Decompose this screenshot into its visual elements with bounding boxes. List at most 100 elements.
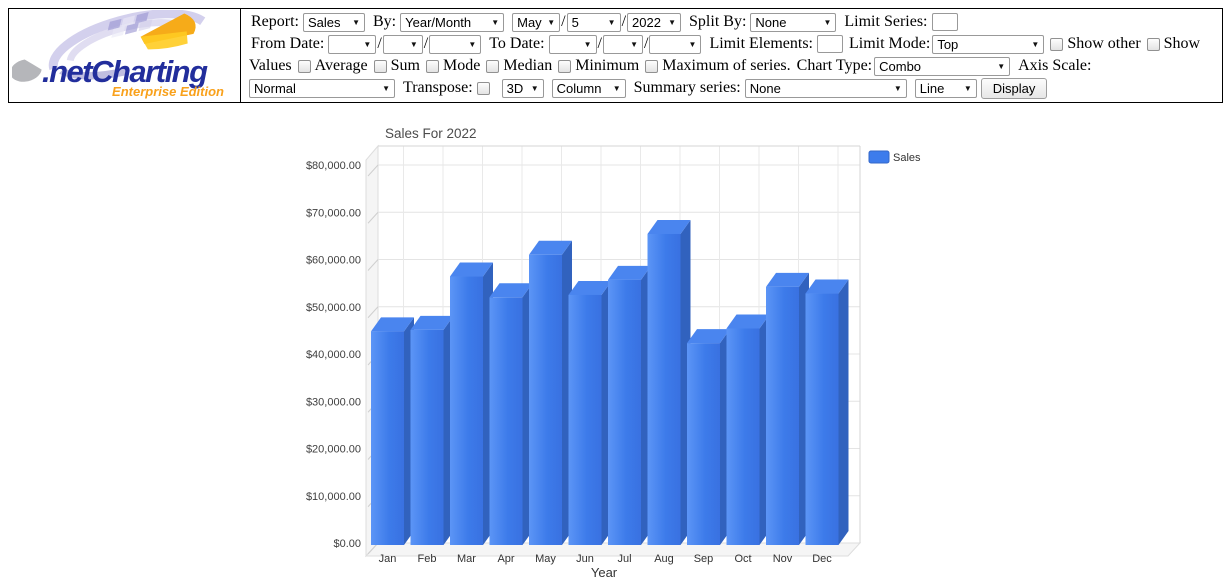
bar-dec[interactable] — [806, 280, 849, 545]
display-button[interactable]: Display — [981, 78, 1048, 99]
chart-type-select[interactable]: Combo ▼ — [874, 57, 1010, 76]
day-select[interactable]: 5 ▼ — [567, 13, 621, 32]
limit-mode-label: Limit Mode: — [849, 35, 930, 53]
year-select[interactable]: 2022 ▼ — [627, 13, 681, 32]
edition-text: Enterprise Edition — [112, 84, 224, 99]
x-axis-label: Apr — [497, 553, 514, 565]
bar-jun[interactable] — [569, 281, 612, 545]
x-axis-label: Nov — [773, 553, 793, 565]
limit-series-input[interactable] — [932, 13, 958, 31]
to-date-label: To Date: — [489, 35, 544, 53]
dropdown-arrow-icon: ▼ — [997, 62, 1005, 71]
show-other-checkbox[interactable] — [1050, 38, 1063, 51]
minimum-label: Minimum — [575, 57, 639, 75]
bar-front-face[interactable] — [727, 328, 760, 545]
bar-front-face[interactable] — [450, 277, 483, 545]
to-year-select[interactable]: ▼ — [649, 35, 701, 54]
minimum-checkbox[interactable] — [558, 60, 571, 73]
y-axis-label: $20,000.00 — [306, 444, 361, 456]
bar-oct[interactable] — [727, 314, 770, 545]
bar-jul[interactable] — [608, 266, 651, 545]
show-values-label-part1: Show — [1164, 35, 1200, 53]
bar-side-face[interactable] — [839, 280, 849, 545]
dropdown-arrow-icon: ▼ — [1031, 40, 1039, 49]
show-values-label-part2: Values — [249, 57, 292, 75]
bar-front-face[interactable] — [806, 294, 839, 545]
limit-series-label: Limit Series: — [844, 13, 927, 31]
from-year-select[interactable]: ▼ — [429, 35, 481, 54]
dropdown-arrow-icon: ▼ — [689, 40, 697, 49]
dropdown-arrow-icon: ▼ — [668, 18, 676, 27]
bar-front-face[interactable] — [569, 295, 602, 545]
bar-front-face[interactable] — [687, 343, 720, 545]
x-axis-label: Feb — [418, 553, 437, 565]
y-axis-label: $30,000.00 — [306, 396, 361, 408]
mode-label: Mode — [443, 57, 480, 75]
by-select[interactable]: Year/Month ▼ — [400, 13, 504, 32]
x-axis-label: Aug — [654, 553, 674, 565]
average-label: Average — [315, 57, 368, 75]
bar-mar[interactable] — [450, 263, 493, 545]
bar-nov[interactable] — [766, 273, 809, 545]
bar-front-face[interactable] — [608, 280, 641, 545]
dimension-select[interactable]: 3D ▼ — [502, 79, 544, 98]
from-day-select[interactable]: ▼ — [383, 35, 423, 54]
chart-type-label: Chart Type: — [797, 57, 872, 75]
sum-checkbox[interactable] — [374, 60, 387, 73]
limit-elements-label: Limit Elements: — [709, 35, 813, 53]
maximum-label: Maximum — [662, 57, 729, 75]
mode-checkbox[interactable] — [426, 60, 439, 73]
summary-series-label: Summary series: — [634, 79, 741, 97]
series-shape-select[interactable]: Column ▼ — [552, 79, 626, 98]
controls-line-2: From Date: ▼ / ▼ / ▼ To Date: — [249, 33, 1216, 55]
bar-front-face[interactable] — [490, 297, 523, 545]
median-checkbox[interactable] — [486, 60, 499, 73]
transpose-checkbox[interactable] — [477, 82, 490, 95]
dropdown-arrow-icon: ▼ — [613, 84, 621, 93]
summary-type-select[interactable]: Line ▼ — [915, 79, 977, 98]
legend[interactable]: Sales — [869, 151, 921, 164]
header-bar: .netCharting Enterprise Edition Report: … — [8, 8, 1223, 103]
x-axis-label: Jan — [379, 553, 397, 565]
to-month-select[interactable]: ▼ — [549, 35, 597, 54]
from-month-select[interactable]: ▼ — [328, 35, 376, 54]
bar-front-face[interactable] — [648, 234, 681, 545]
x-axis-label: Mar — [457, 553, 476, 565]
month-select[interactable]: May ▼ — [512, 13, 560, 32]
x-axis-label: Oct — [734, 553, 751, 565]
bar-jan[interactable] — [371, 317, 414, 545]
average-checkbox[interactable] — [298, 60, 311, 73]
split-by-label: Split By: — [689, 13, 746, 31]
axis-scale-select[interactable]: Normal ▼ — [249, 79, 395, 98]
y-axis-label: $70,000.00 — [306, 207, 361, 219]
y-axis-label: $10,000.00 — [306, 491, 361, 503]
bar-sep[interactable] — [687, 329, 730, 545]
dropdown-arrow-icon: ▼ — [964, 84, 972, 93]
bar-front-face[interactable] — [529, 255, 562, 545]
limit-mode-select[interactable]: Top ▼ — [932, 35, 1044, 54]
y-axis-label: $80,000.00 — [306, 160, 361, 172]
limit-elements-input[interactable] — [817, 35, 843, 53]
bar-feb[interactable] — [411, 316, 454, 545]
summary-series-select[interactable]: None ▼ — [745, 79, 907, 98]
logo: .netCharting Enterprise Edition — [9, 9, 241, 102]
report-select[interactable]: Sales ▼ — [303, 13, 365, 32]
bar-may[interactable] — [529, 241, 572, 545]
report-controls: Report: Sales ▼ By: Year/Month ▼ May ▼ /… — [241, 9, 1222, 102]
bar-front-face[interactable] — [371, 331, 404, 545]
show-values-checkbox[interactable] — [1147, 38, 1160, 51]
legend-label: Sales — [893, 152, 921, 164]
maximum-checkbox[interactable] — [645, 60, 658, 73]
legend-swatch — [869, 151, 889, 163]
y-axis-label: $60,000.00 — [306, 255, 361, 267]
bar-front-face[interactable] — [766, 287, 799, 545]
bar-apr[interactable] — [490, 283, 533, 545]
split-by-select[interactable]: None ▼ — [750, 13, 836, 32]
sum-label: Sum — [391, 57, 420, 75]
bar-aug[interactable] — [648, 220, 691, 545]
to-day-select[interactable]: ▼ — [603, 35, 643, 54]
x-axis-title: Year — [591, 565, 618, 580]
x-axis-label: Jun — [576, 553, 594, 565]
x-axis-label: Dec — [812, 553, 832, 565]
bar-front-face[interactable] — [411, 330, 444, 545]
